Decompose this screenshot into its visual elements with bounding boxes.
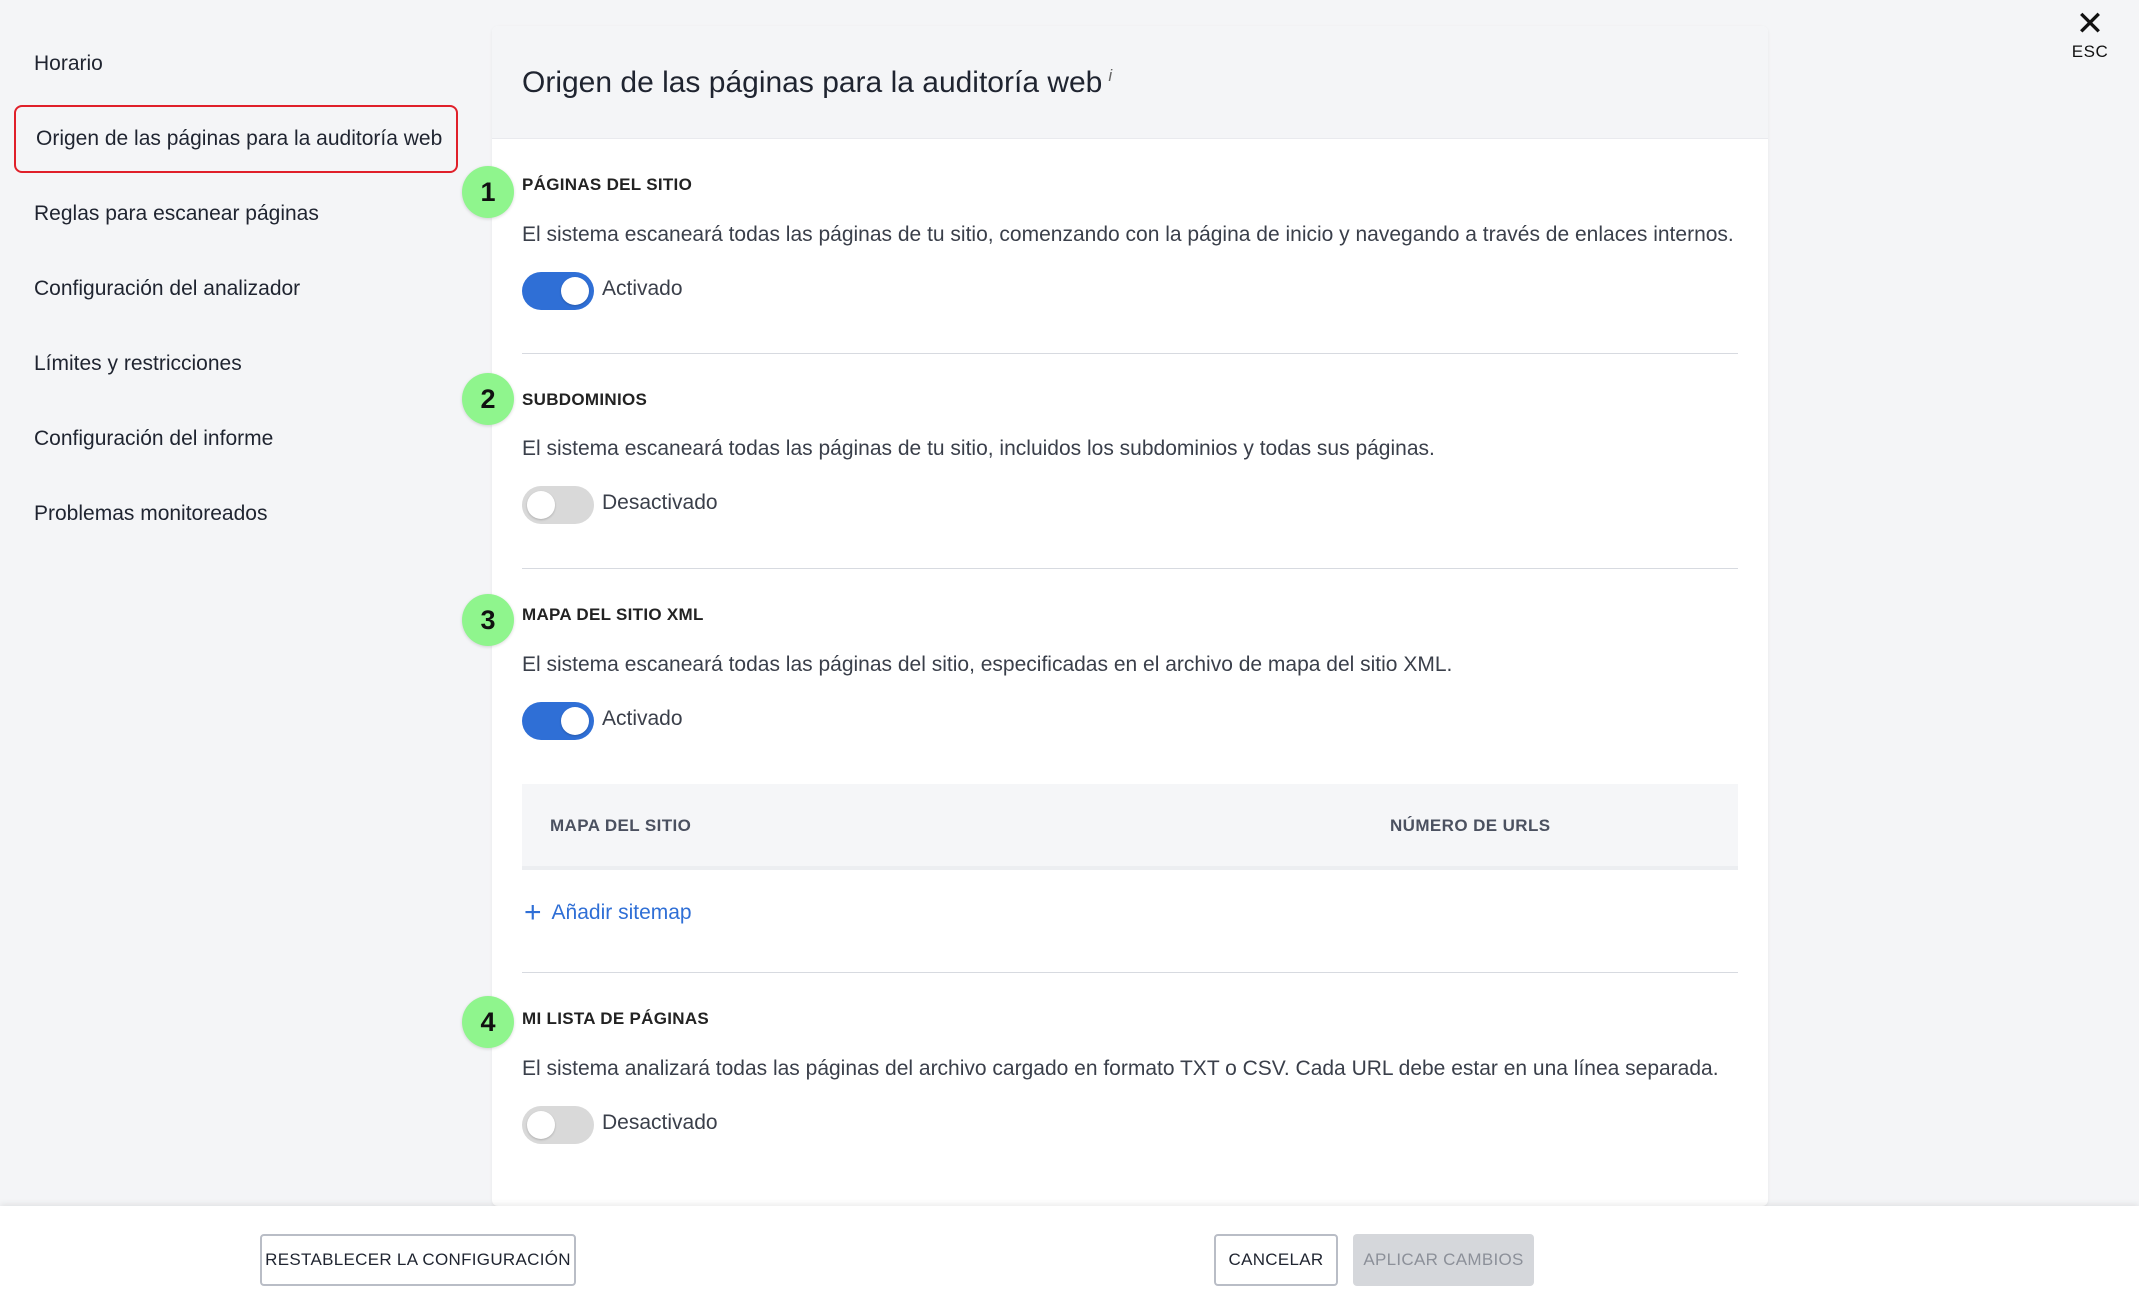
sidebar-item-label: Límites y restricciones [34, 352, 242, 375]
sidebar-item-label: Configuración del analizador [34, 277, 301, 300]
add-sitemap-label: Añadir sitemap [551, 901, 692, 924]
sidebar-item-label: Origen de las páginas para la auditoría … [36, 127, 443, 150]
reset-settings-button[interactable]: RESTABLECER LA CONFIGURACIÓN [260, 1234, 576, 1286]
annotation-badge-4: 4 [462, 996, 514, 1048]
sidebar-item-label: Reglas para escanear páginas [34, 202, 319, 225]
page-title-text: Origen de las páginas para la auditoría … [522, 66, 1103, 99]
toggle-knob [527, 1111, 555, 1139]
toggle-mi-lista-paginas[interactable] [522, 1106, 594, 1144]
toggle-label: Activado [602, 277, 683, 300]
sidebar-item-origen-paginas[interactable]: Origen de las páginas para la auditoría … [14, 105, 458, 173]
card-header: Origen de las páginas para la auditoría … [492, 26, 1768, 139]
toggle-label: Desactivado [602, 1111, 718, 1134]
section-title-paginas-sitio: PÁGINAS DEL SITIO [522, 175, 693, 194]
toggle-subdominios[interactable] [522, 486, 594, 524]
action-footer: RESTABLECER LA CONFIGURACIÓN CANCELAR AP… [0, 1206, 2139, 1294]
section-title-mapa-sitio-xml: MAPA DEL SITIO XML [522, 605, 704, 624]
sidebar-item-reglas-escanear[interactable]: Reglas para escanear páginas [14, 180, 458, 248]
sidebar-item-configuracion-informe[interactable]: Configuración del informe [14, 405, 458, 473]
section-description: El sistema escaneará todas las páginas d… [522, 653, 1453, 676]
section-description: El sistema escaneará todas las páginas d… [522, 437, 1435, 460]
toggle-knob [561, 277, 589, 305]
sidebar-item-horario[interactable]: Horario [14, 30, 458, 98]
close-icon: ✕ [2075, 5, 2105, 43]
cancel-button[interactable]: CANCELAR [1214, 1234, 1338, 1286]
section-description: El sistema escaneará todas las páginas d… [522, 223, 1734, 246]
settings-card: Origen de las páginas para la auditoría … [492, 26, 1768, 1206]
add-sitemap-link[interactable]: + Añadir sitemap [524, 896, 692, 929]
sidebar-item-label: Configuración del informe [34, 427, 274, 450]
section-description: El sistema analizará todas las páginas d… [522, 1057, 1719, 1080]
annotation-badge-3: 3 [462, 594, 514, 646]
sidebar-item-problemas-monitoreados[interactable]: Problemas monitoreados [14, 480, 458, 548]
toggle-knob [561, 707, 589, 735]
close-button[interactable]: ✕ ESC [2062, 6, 2118, 66]
sitemap-table-header: MAPA DEL SITIO NÚMERO DE URLS [522, 784, 1738, 870]
toggle-label: Desactivado [602, 491, 718, 514]
toggle-knob [527, 491, 555, 519]
apply-changes-button[interactable]: APLICAR CAMBIOS [1353, 1234, 1534, 1286]
toggle-mapa-sitio-xml[interactable] [522, 702, 594, 740]
section-title-mi-lista-paginas: MI LISTA DE PÁGINAS [522, 1009, 710, 1028]
plus-icon: + [524, 896, 542, 929]
annotation-badge-2: 2 [462, 373, 514, 425]
toggle-label: Activado [602, 707, 683, 730]
sidebar-item-configuracion-analizador[interactable]: Configuración del analizador [14, 255, 458, 323]
toggle-paginas-sitio[interactable] [522, 272, 594, 310]
close-label: ESC [2071, 42, 2109, 61]
info-icon[interactable]: i [1108, 66, 1112, 85]
sidebar-item-limites[interactable]: Límites y restricciones [14, 330, 458, 398]
column-header-numero-urls[interactable]: NÚMERO DE URLS [1390, 816, 1551, 836]
page-title: Origen de las páginas para la auditoría … [522, 66, 1112, 100]
section-divider [522, 568, 1738, 569]
sidebar-item-label: Problemas monitoreados [34, 502, 268, 525]
annotation-badge-1: 1 [462, 166, 514, 218]
column-header-mapa-sitio[interactable]: MAPA DEL SITIO [550, 816, 691, 836]
section-title-subdominios: SUBDOMINIOS [522, 390, 648, 409]
sidebar-item-label: Horario [34, 52, 103, 75]
section-divider [522, 353, 1738, 354]
section-divider [522, 972, 1738, 973]
